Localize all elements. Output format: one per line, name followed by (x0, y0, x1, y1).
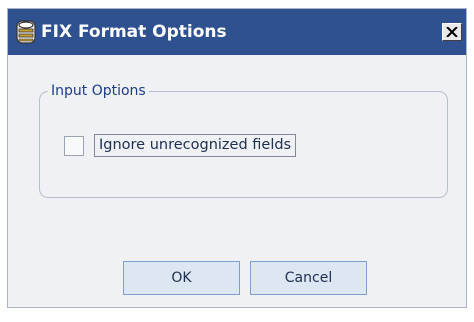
ok-button[interactable]: OK (123, 261, 240, 295)
dialog-title: FIX Format Options (41, 22, 227, 42)
database-icon (16, 20, 36, 44)
close-button[interactable] (442, 23, 462, 41)
cancel-button[interactable]: Cancel (250, 261, 367, 295)
close-icon (446, 27, 458, 37)
ignore-unrecognized-checkbox[interactable] (64, 136, 84, 156)
ignore-unrecognized-label[interactable]: Ignore unrecognized fields (94, 134, 297, 157)
title-bar[interactable]: FIX Format Options (8, 9, 466, 55)
fix-format-options-dialog: FIX Format Options Input Options Ignore … (7, 8, 467, 308)
input-options-legend: Input Options (48, 82, 149, 100)
